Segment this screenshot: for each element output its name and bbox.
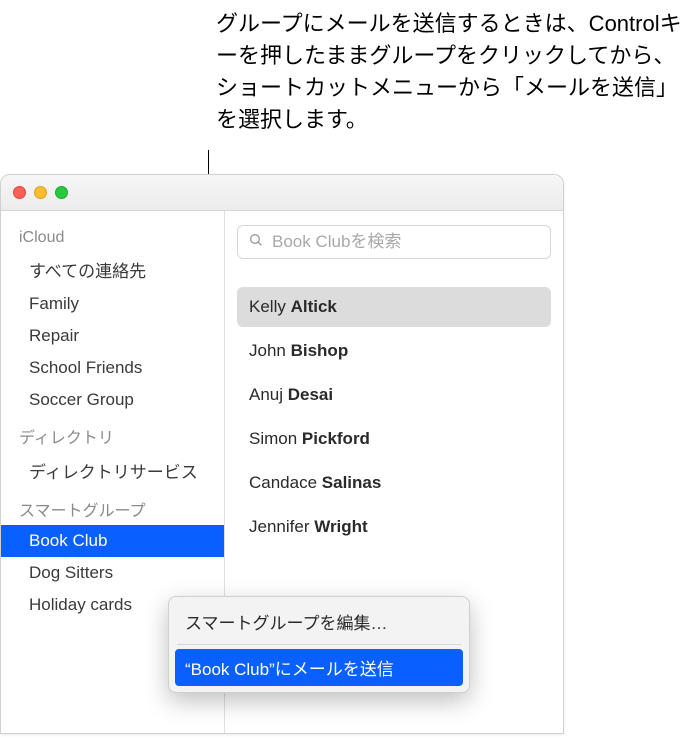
contact-row[interactable]: John Bishop [237, 331, 551, 371]
sidebar-item[interactable]: School Friends [1, 352, 224, 384]
menu-item[interactable]: “Book Club”にメールを送信 [175, 649, 463, 686]
sidebar-section-header: ディレクトリ [1, 416, 224, 452]
contact-first-name: Kelly [249, 297, 291, 316]
sidebar-item[interactable]: Book Club [1, 525, 224, 557]
sidebar-item[interactable]: すべての連絡先 [1, 251, 224, 288]
search-icon [248, 232, 264, 253]
sidebar-item[interactable]: Dog Sitters [1, 557, 224, 589]
contact-last-name: Pickford [302, 429, 370, 448]
sidebar-item[interactable]: Repair [1, 320, 224, 352]
search-input[interactable] [272, 232, 540, 252]
sidebar-item[interactable]: ディレクトリサービス [1, 452, 224, 489]
sidebar-section-header: スマートグループ [1, 489, 224, 525]
contact-first-name: Simon [249, 429, 302, 448]
sidebar-item[interactable]: Family [1, 288, 224, 320]
zoom-button[interactable] [55, 186, 68, 199]
contact-first-name: Jennifer [249, 517, 314, 536]
contact-last-name: Altick [291, 297, 337, 316]
contact-row[interactable]: Simon Pickford [237, 419, 551, 459]
contact-last-name: Wright [314, 517, 368, 536]
contact-last-name: Desai [288, 385, 333, 404]
sidebar-item[interactable]: Soccer Group [1, 384, 224, 416]
instruction-caption: グループにメールを送信するときは、Controlキーを押したままグループをクリッ… [216, 8, 684, 136]
minimize-button[interactable] [34, 186, 47, 199]
contact-last-name: Bishop [291, 341, 349, 360]
contact-row[interactable]: Candace Salinas [237, 463, 551, 503]
menu-item[interactable]: スマートグループを編集… [169, 603, 469, 640]
sidebar-section-header: iCloud [1, 221, 224, 251]
contact-first-name: Anuj [249, 385, 288, 404]
context-menu: スマートグループを編集… “Book Club”にメールを送信 [168, 596, 470, 693]
close-button[interactable] [13, 186, 26, 199]
search-field-wrapper[interactable] [237, 225, 551, 259]
menu-separator [177, 644, 461, 645]
contact-first-name: Candace [249, 473, 322, 492]
contact-row[interactable]: Jennifer Wright [237, 507, 551, 547]
contacts-list: Kelly AltickJohn BishopAnuj DesaiSimon P… [237, 287, 551, 547]
contact-first-name: John [249, 341, 291, 360]
contact-row[interactable]: Kelly Altick [237, 287, 551, 327]
contact-row[interactable]: Anuj Desai [237, 375, 551, 415]
contact-last-name: Salinas [322, 473, 382, 492]
titlebar [1, 175, 563, 211]
